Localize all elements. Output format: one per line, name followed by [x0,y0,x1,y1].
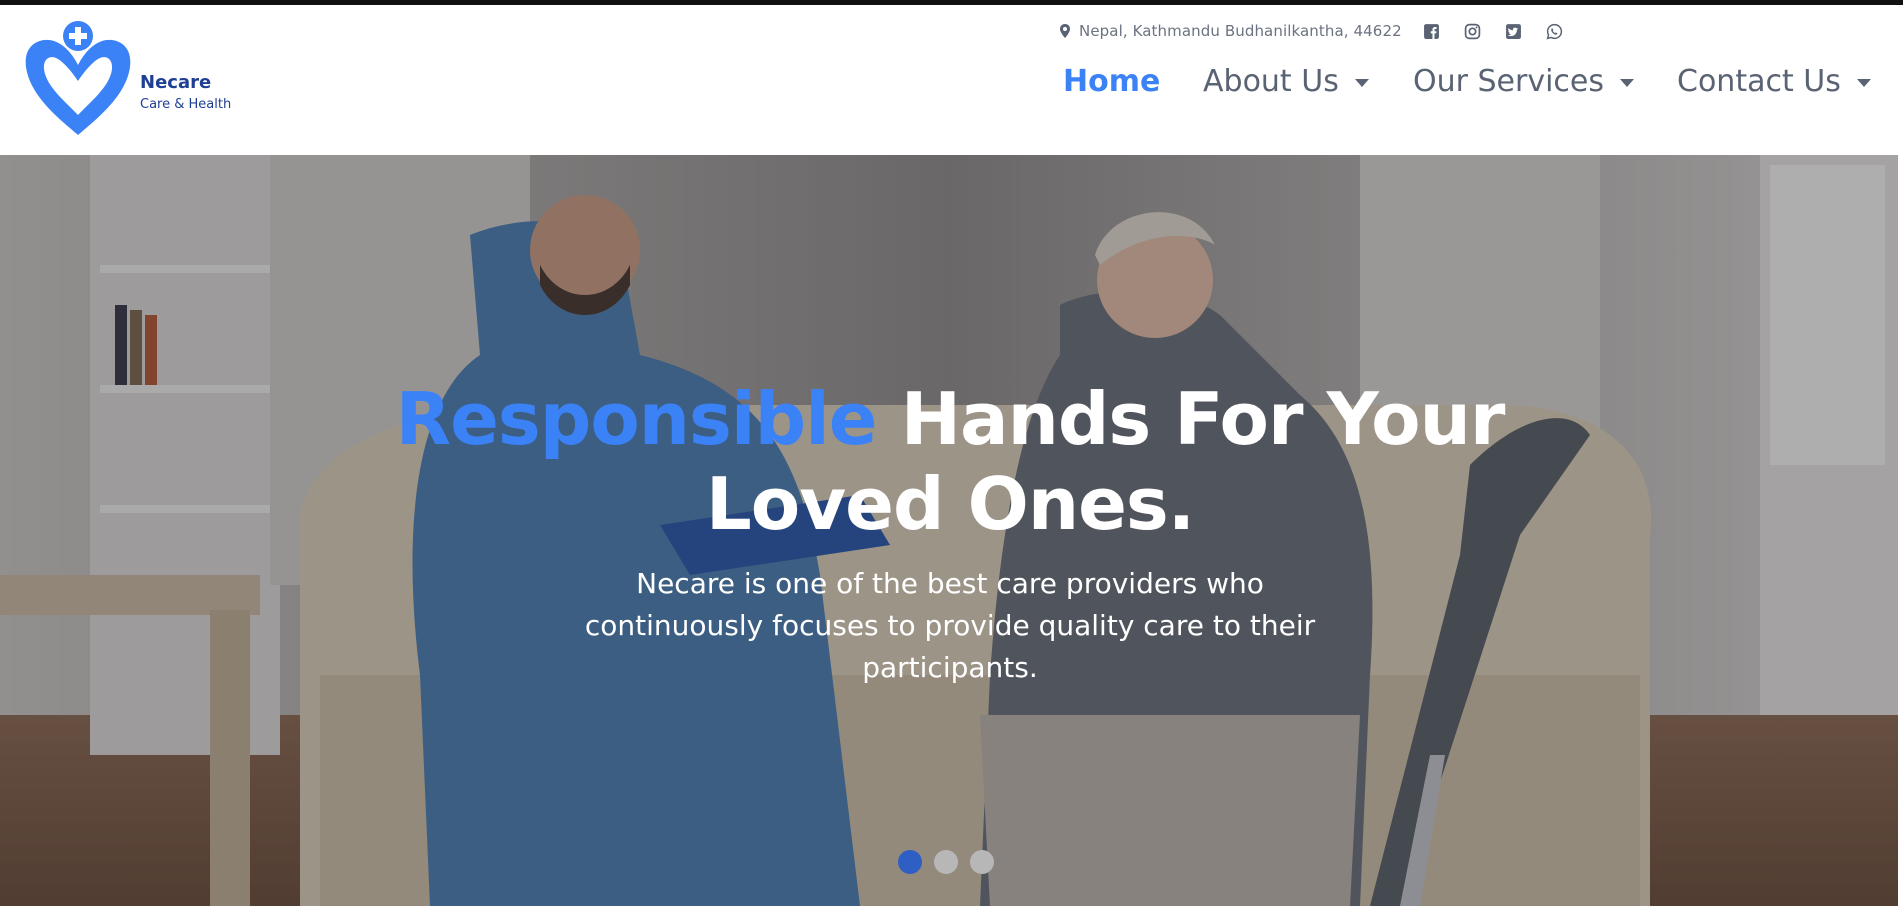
site-header: Necare Care & Health Nepal, Kathmandu Bu… [0,5,1903,160]
hero-slider: Responsible Hands For Your Loved Ones. N… [0,155,1898,906]
nav-item-our-services[interactable]: Our Services [1413,61,1635,101]
brand-name: Necare [140,72,212,93]
slide-dot-2[interactable] [934,850,958,874]
logo[interactable]: Necare Care & Health [22,17,242,147]
slider-pagination [898,850,994,874]
hero-title-accent: Responsible [395,377,878,461]
nav-item-contact-us[interactable]: Contact Us [1677,61,1871,101]
facebook-icon[interactable] [1422,21,1442,41]
address-text: Nepal, Kathmandu Budhanilkantha, 44622 [1079,22,1402,40]
caret-down-icon [1354,78,1369,87]
brand-tagline: Care & Health [140,97,232,112]
slide-dot-1[interactable] [898,850,922,874]
hero-title-line2: Loved Ones. [705,462,1195,546]
location-pin-icon [1060,24,1070,38]
slide-dot-3[interactable] [970,850,994,874]
instagram-icon[interactable] [1463,21,1483,41]
heart-cross-logo-icon [25,21,131,135]
caret-down-icon [1856,78,1871,87]
hero-subtitle: Necare is one of the best care providers… [584,567,1316,684]
nav-item-label: Home [1063,63,1161,99]
nav-item-label: Our Services [1413,63,1605,99]
nav-item-about-us[interactable]: About Us [1203,61,1369,101]
nav-item-home[interactable]: Home [1063,61,1160,101]
whatsapp-icon[interactable] [1545,21,1565,41]
nav-item-label: Contact Us [1677,63,1841,99]
hero-title-line1: Hands For Your [900,377,1506,461]
nav-item-label: About Us [1203,63,1339,99]
contact-topbar: Nepal, Kathmandu Budhanilkantha, 44622 [1058,19,1565,43]
hero-title: Responsible Hands For Your Loved Ones. [250,377,1650,547]
social-links [1422,21,1565,41]
twitter-icon[interactable] [1504,21,1524,41]
caret-down-icon [1620,78,1635,87]
